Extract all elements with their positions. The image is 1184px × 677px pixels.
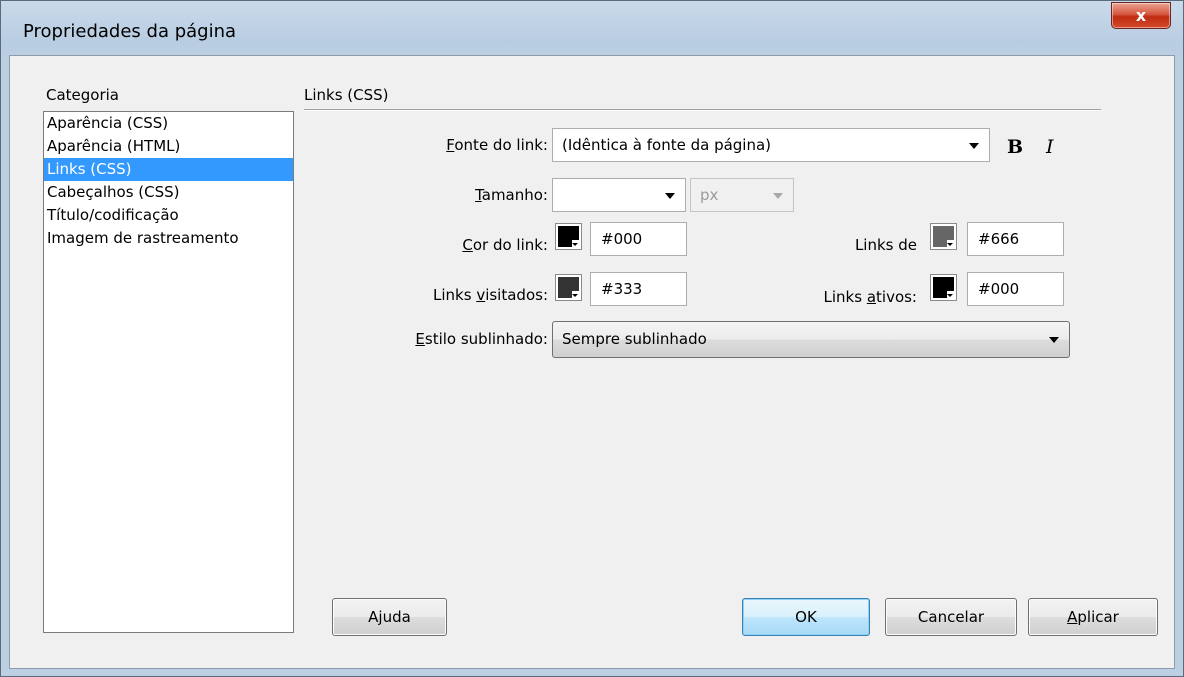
chevron-down-icon	[969, 143, 979, 149]
chevron-down-icon	[1049, 337, 1059, 343]
visited-links-label: Links visitados:	[433, 286, 548, 304]
chevron-down-icon	[665, 193, 675, 199]
active-links-label: Links ativos:	[823, 288, 918, 306]
close-button[interactable]: x	[1111, 2, 1171, 29]
cancel-button[interactable]: Cancelar	[885, 598, 1017, 636]
window-title: Propriedades da página	[23, 21, 237, 42]
apply-button[interactable]: Aplicar	[1028, 598, 1158, 636]
chevron-down-icon	[773, 193, 783, 199]
italic-button[interactable]: I	[1046, 136, 1054, 158]
page-properties-dialog: Propriedades da página x Categoria Aparê…	[0, 0, 1184, 677]
category-item-title-encoding[interactable]: Título/codificação	[44, 204, 293, 227]
visited-links-swatch[interactable]	[555, 274, 582, 301]
color-fill	[558, 226, 579, 247]
visited-links-input[interactable]: #333	[590, 272, 687, 306]
category-item-links-css[interactable]: Links (CSS)	[44, 158, 293, 181]
category-item-tracing-image[interactable]: Imagem de rastreamento	[44, 227, 293, 250]
link-font-value: (Idêntica à fonte da página)	[562, 136, 772, 154]
section-title: Links (CSS)	[304, 86, 389, 104]
underline-style-label: Estilo sublinhado:	[415, 330, 548, 348]
size-unit-select: px	[690, 178, 794, 212]
category-item-headings-css[interactable]: Cabeçalhos (CSS)	[44, 181, 293, 204]
underline-style-select[interactable]: Sempre sublinhado	[552, 321, 1070, 358]
active-links-input[interactable]: #000	[967, 272, 1064, 306]
hover-links-swatch[interactable]	[930, 223, 957, 250]
active-links-swatch[interactable]	[930, 274, 957, 301]
color-fill	[933, 226, 954, 247]
size-select[interactable]	[552, 178, 686, 212]
hover-links-input[interactable]: #666	[967, 222, 1064, 256]
link-font-label: Fonte do link:	[446, 136, 548, 154]
link-color-input[interactable]: #000	[590, 222, 687, 256]
category-item-appearance-css[interactable]: Aparência (CSS)	[44, 112, 293, 135]
category-label: Categoria	[46, 86, 120, 104]
section-divider	[304, 109, 1101, 111]
ok-button[interactable]: OK	[742, 598, 870, 636]
help-button[interactable]: Ajuda	[332, 598, 447, 636]
hover-links-label: Links de	[854, 236, 917, 254]
link-color-label: Cor do link:	[462, 236, 548, 254]
bold-button[interactable]: B	[1007, 136, 1023, 158]
category-item-appearance-html[interactable]: Aparência (HTML)	[44, 135, 293, 158]
size-label: Tamanho:	[475, 186, 548, 204]
link-font-select[interactable]: (Idêntica à fonte da página)	[552, 128, 990, 162]
color-fill	[933, 277, 954, 298]
category-list[interactable]: Aparência (CSS) Aparência (HTML) Links (…	[43, 111, 294, 633]
link-color-swatch[interactable]	[555, 223, 582, 250]
dialog-body: Categoria Aparência (CSS) Aparência (HTM…	[9, 55, 1175, 669]
color-fill	[558, 277, 579, 298]
